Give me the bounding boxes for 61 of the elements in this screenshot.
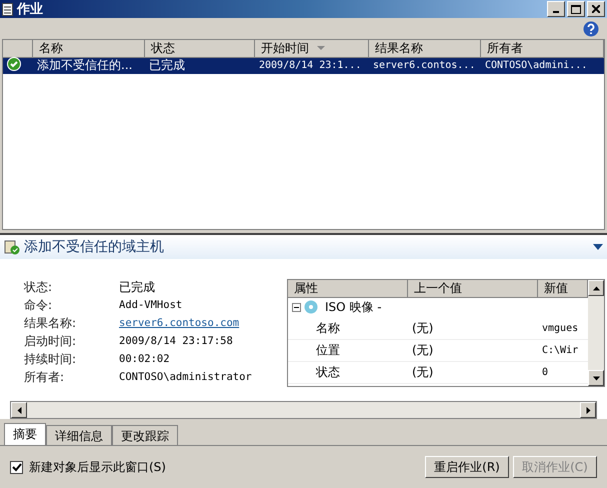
field-label: 所有者: xyxy=(24,369,66,386)
table-cell-text: vmgues xyxy=(541,323,580,334)
field-value: 已完成 xyxy=(119,279,156,296)
table-cell-text: 名称 xyxy=(315,320,341,337)
column-header[interactable]: 属性 xyxy=(288,280,408,298)
disc-icon xyxy=(304,300,318,314)
up-arrow-icon xyxy=(592,284,600,292)
help-icon[interactable] xyxy=(583,20,599,36)
detail-title: 添加不受信任的域主机 xyxy=(24,238,164,256)
check-icon xyxy=(12,462,22,472)
table-cell-text: 位置 xyxy=(315,342,341,359)
maximize-button[interactable] xyxy=(567,1,585,17)
field-label: 结果名称: xyxy=(24,315,78,332)
close-icon xyxy=(592,5,600,13)
field-value: CONTOSO\administrator xyxy=(119,370,253,385)
table-cell-text: 0 xyxy=(541,367,550,378)
field-label: 命令: xyxy=(24,297,54,314)
table-cell-text: 已完成 xyxy=(148,56,186,74)
left-arrow-icon xyxy=(16,406,22,414)
document-icon xyxy=(2,2,13,16)
close-button[interactable] xyxy=(587,1,605,17)
field-label: 持续时间: xyxy=(24,351,78,368)
column-header[interactable]: 开始时间 xyxy=(255,40,369,58)
column-header[interactable]: 所有者 xyxy=(481,40,604,58)
tab[interactable]: 详细信息 xyxy=(46,425,112,445)
field-value: 2009/8/14 23:17:58 xyxy=(119,334,234,349)
vertical-scrollbar[interactable] xyxy=(588,280,604,386)
minimize-button[interactable] xyxy=(547,1,565,17)
column-header[interactable]: 状态 xyxy=(145,40,255,58)
success-check-icon xyxy=(7,56,21,70)
table-cell-text: (无) xyxy=(411,342,434,359)
field-value: Add-VMHost xyxy=(119,298,184,313)
column-header[interactable]: 名称 xyxy=(33,40,145,58)
tab[interactable]: 更改跟踪 xyxy=(112,425,178,445)
table-cell-text: 添加不受信任的... xyxy=(36,56,134,74)
window-title: 作业 xyxy=(17,1,43,18)
horizontal-scrollbar[interactable] xyxy=(10,401,597,419)
table-cell-text: server6.contos... xyxy=(372,60,476,70)
job-button[interactable]: 重启作业(R) xyxy=(425,456,509,478)
column-header[interactable]: 上一个值 xyxy=(408,280,538,298)
column-header[interactable]: 新值 xyxy=(538,280,588,298)
field-label: 启动时间: xyxy=(24,333,78,350)
right-arrow-icon xyxy=(584,406,592,414)
down-arrow-icon xyxy=(592,374,600,382)
collapse-arrow-icon[interactable] xyxy=(593,244,603,250)
table-cell-text: (无) xyxy=(411,364,434,381)
column-header[interactable] xyxy=(3,40,33,58)
collapse-icon[interactable] xyxy=(292,302,301,312)
group-label: ISO 映像 - xyxy=(324,298,382,316)
column-header[interactable]: 结果名称 xyxy=(369,40,481,58)
clipboard-check-icon xyxy=(4,239,20,255)
field-value: 00:02:02 xyxy=(119,352,171,367)
table-cell-text: C:\Wir xyxy=(541,345,580,356)
table-cell-text: 状态 xyxy=(315,364,341,381)
maximize-icon xyxy=(571,4,581,14)
table-cell-text: (无) xyxy=(411,320,434,337)
field-label: 状态: xyxy=(24,279,54,296)
tab[interactable]: 摘要 xyxy=(4,423,46,445)
table-cell-text: 2009/8/14 23:1... xyxy=(258,60,362,70)
result-link[interactable]: server6.contoso.com xyxy=(119,315,259,332)
table-cell-text: CONTOSO\admini... xyxy=(484,60,588,70)
